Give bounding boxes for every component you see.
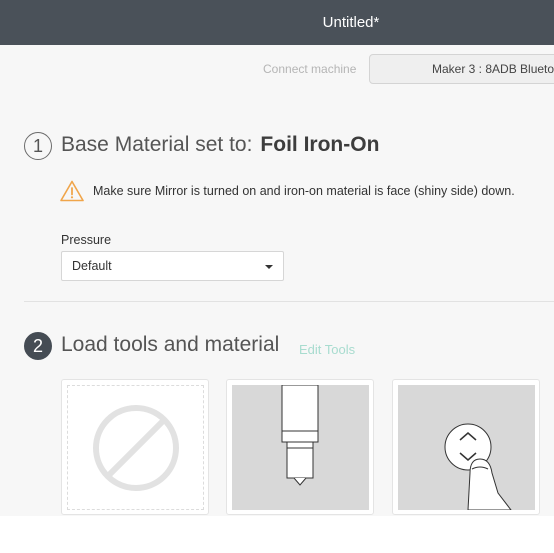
window-title: Untitled* — [322, 14, 380, 31]
footer-bar — [0, 516, 554, 553]
pressure-dropdown[interactable]: Default — [61, 251, 284, 281]
load-button-press-icon — [444, 423, 512, 510]
pressure-label: Pressure — [61, 233, 112, 247]
chevron-down-icon — [265, 265, 273, 269]
tool-card-load-button — [392, 379, 540, 515]
warning-triangle-icon — [60, 180, 84, 202]
tool-card-empty — [61, 379, 209, 515]
no-tool-icon — [93, 405, 179, 491]
machine-select-button[interactable]: Maker 3 : 8ADB Bluetooth — [369, 54, 554, 84]
pressure-value: Default — [72, 259, 112, 273]
tool-card-frame — [398, 385, 535, 510]
tool-card-frame — [232, 385, 369, 510]
base-material-value: Foil Iron-On — [260, 133, 380, 156]
foil-transfer-tool-icon — [281, 385, 319, 486]
tool-card-frame — [67, 385, 204, 510]
tool-card-foil-tool — [226, 379, 374, 515]
section-divider — [24, 301, 554, 302]
base-material-heading: Base Material set to: Foil Iron-On — [61, 133, 379, 157]
connect-machine-label: Connect machine — [263, 62, 357, 76]
base-material-label: Base Material set to: — [61, 133, 253, 156]
title-bar: Untitled* — [0, 0, 554, 45]
step-1-badge: 1 — [24, 132, 52, 160]
load-tools-heading: Load tools and material — [61, 333, 280, 356]
edit-tools-link[interactable]: Edit Tools — [299, 342, 355, 357]
mirror-warning-text: Make sure Mirror is turned on and iron-o… — [93, 184, 515, 198]
step-2-badge: 2 — [24, 332, 52, 360]
